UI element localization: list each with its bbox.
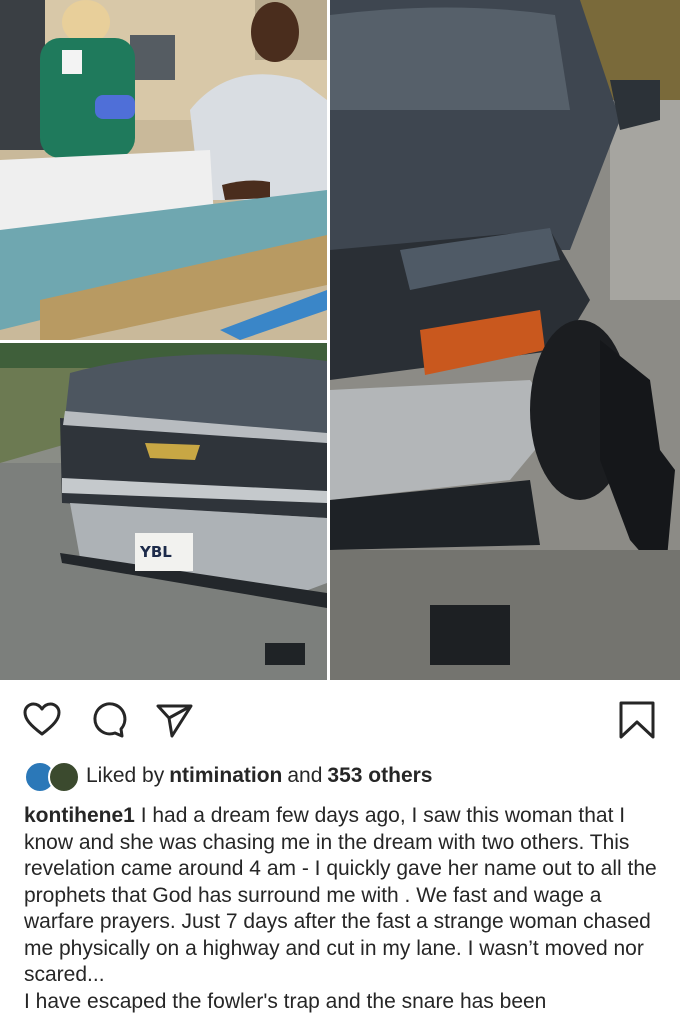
hospital-photo bbox=[0, 0, 327, 340]
bookmark-icon[interactable] bbox=[617, 700, 657, 740]
post-actions-bar bbox=[0, 680, 680, 760]
post-image-collage[interactable]: YBL bbox=[0, 0, 680, 680]
caption-second-paragraph: I have escaped the fowler's trap and the… bbox=[24, 989, 547, 1013]
liked-by-and: and bbox=[287, 764, 323, 787]
paper-plane-icon[interactable] bbox=[154, 700, 194, 740]
post-caption: kontihene1 I had a dream few days ago, I… bbox=[24, 803, 664, 1015]
caption-text: I had a dream few days ago, I saw this w… bbox=[24, 804, 657, 986]
avatar[interactable] bbox=[48, 761, 80, 793]
license-plate-text: YBL bbox=[139, 543, 172, 561]
heart-icon[interactable] bbox=[22, 700, 62, 740]
damaged-truck-photo bbox=[330, 0, 680, 680]
liked-by-prefix: Liked by bbox=[86, 764, 165, 787]
comment-icon[interactable] bbox=[88, 700, 128, 740]
liker-avatars bbox=[24, 761, 80, 793]
caption-first-paragraph: kontihene1 I had a dream few days ago, I… bbox=[24, 803, 664, 989]
likes-summary: Liked by ntimination and 353 others bbox=[24, 760, 432, 793]
liked-by-user-link[interactable]: ntimination bbox=[169, 764, 282, 788]
liked-by-others-link[interactable]: 353 others bbox=[327, 764, 432, 788]
truck-front-photo: YBL bbox=[0, 343, 327, 680]
author-username[interactable]: kontihene1 bbox=[24, 804, 135, 827]
